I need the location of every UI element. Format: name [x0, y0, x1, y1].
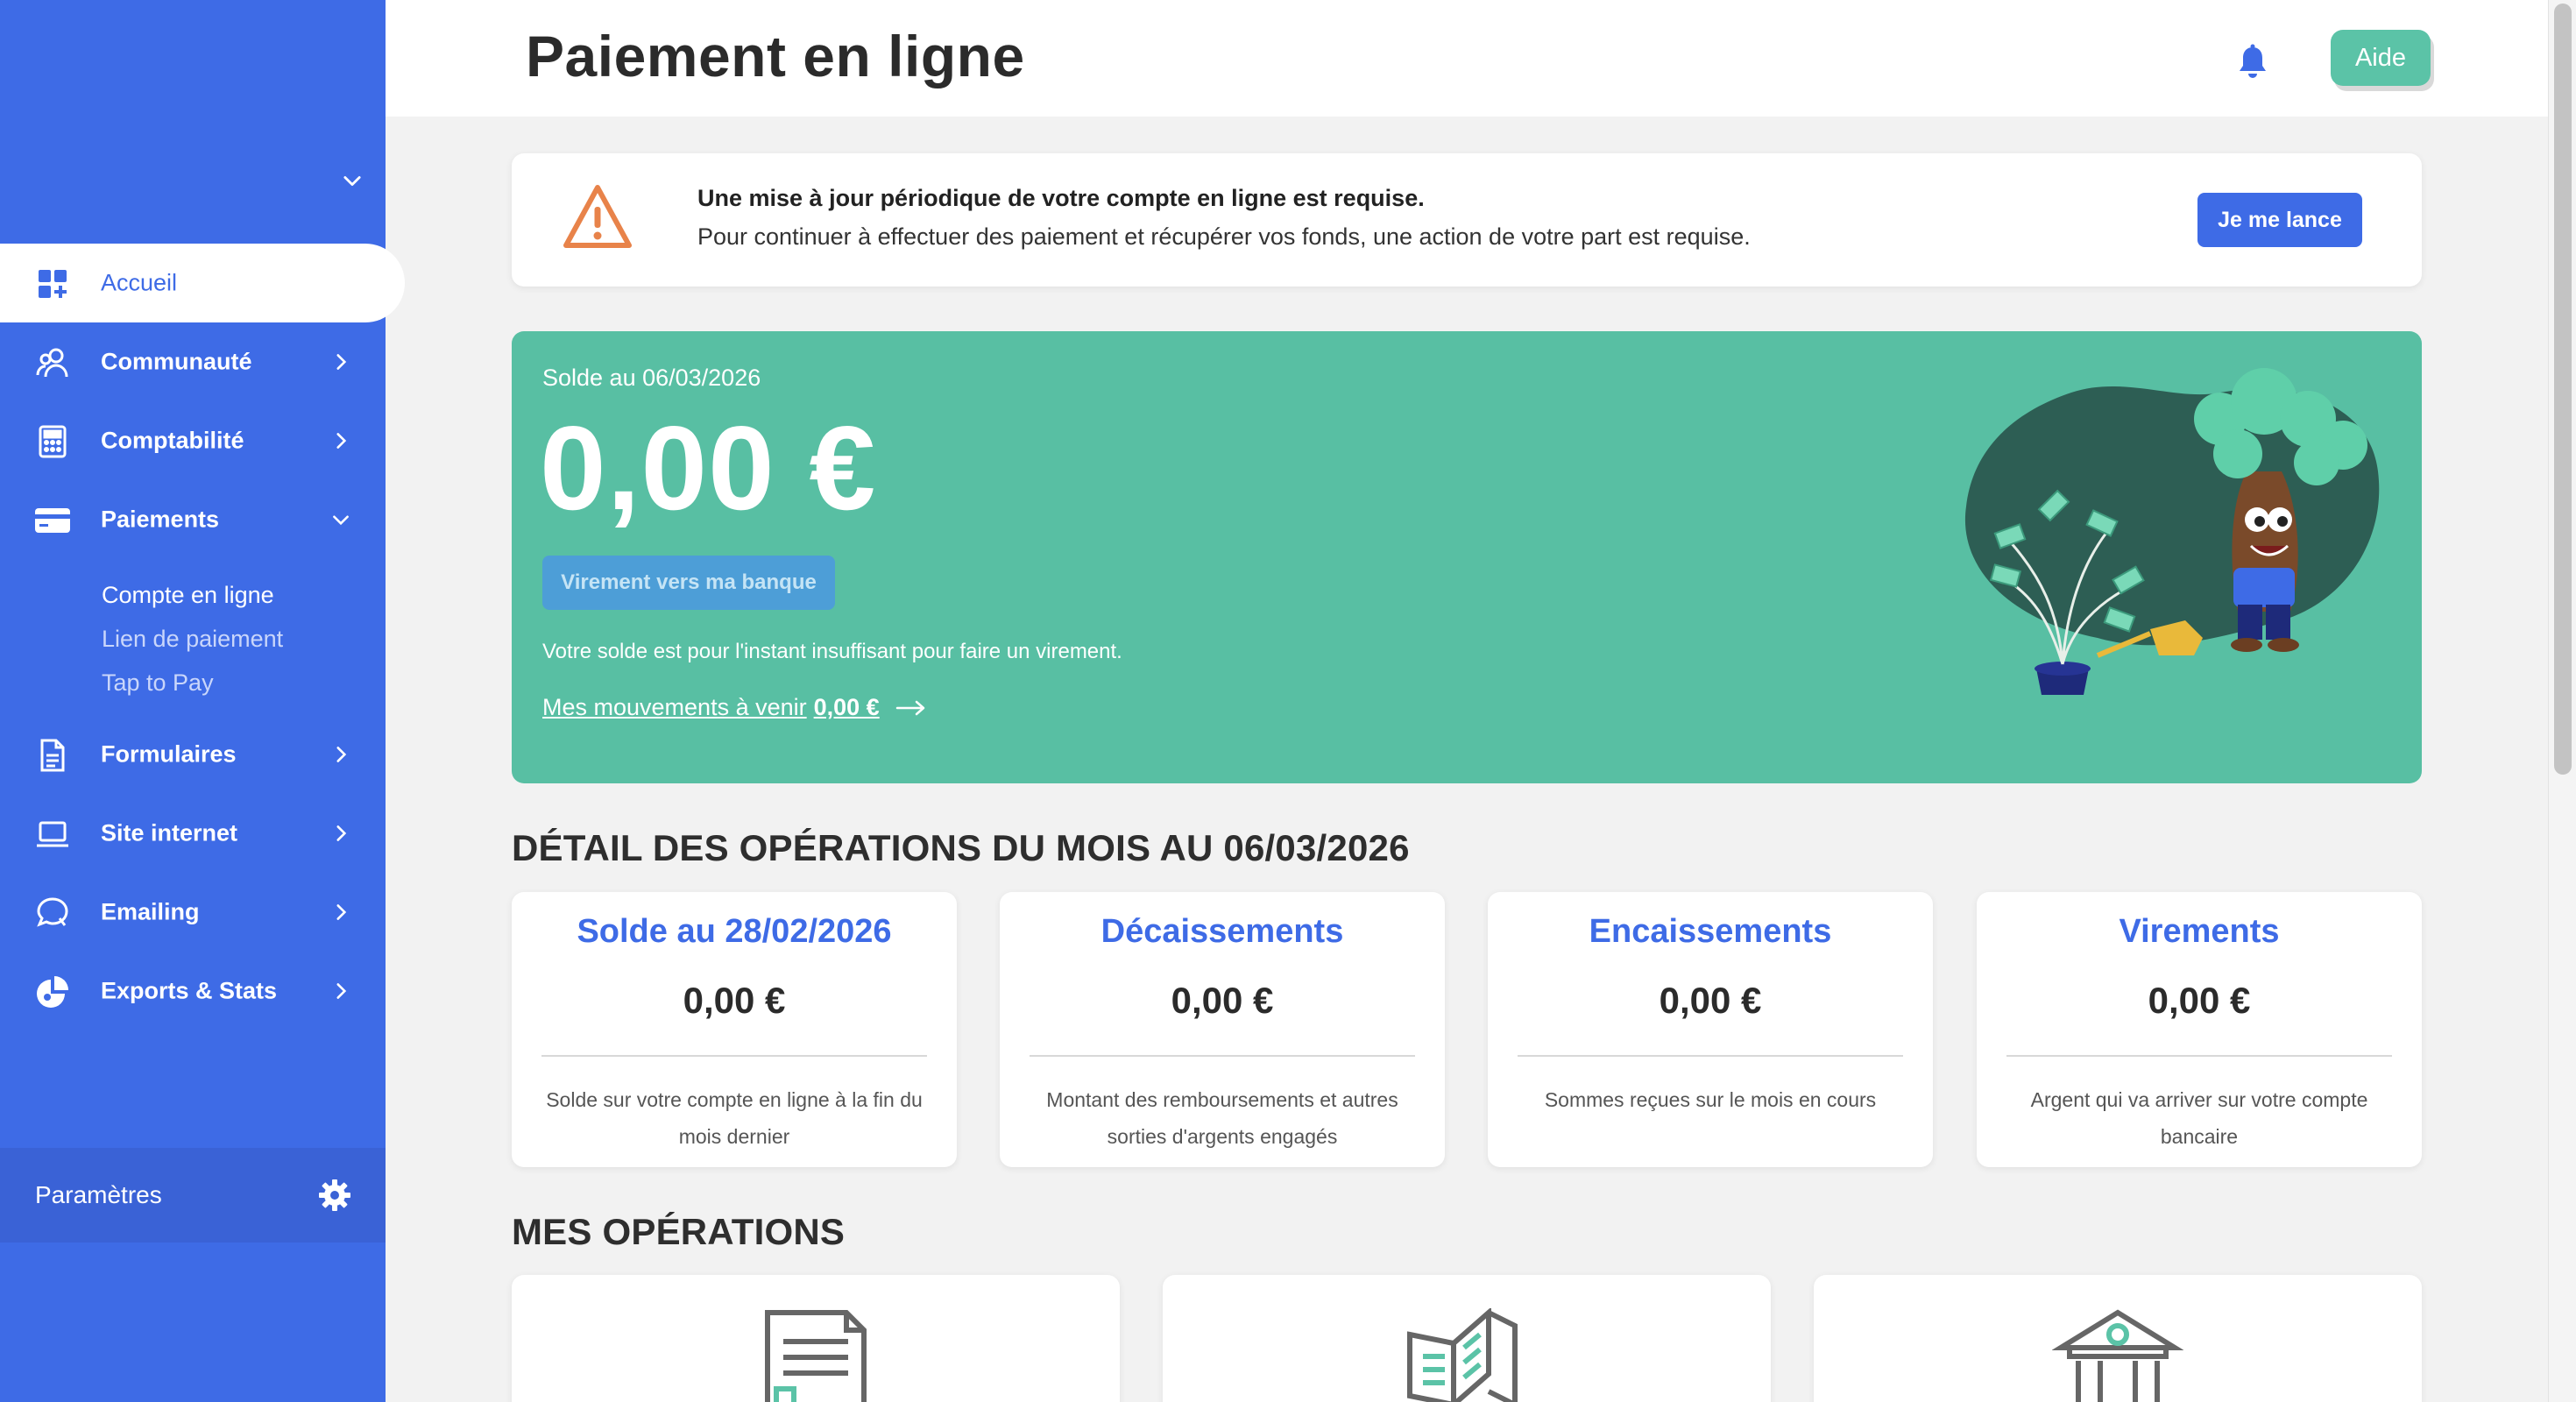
bell-icon[interactable] [2236, 44, 2269, 81]
alert-title: Une mise à jour périodique de votre comp… [697, 185, 1425, 211]
settings-link[interactable]: Paramètres [0, 1148, 386, 1243]
scrollbar-thumb[interactable] [2554, 4, 2572, 775]
operation-card-ledger[interactable] [1163, 1275, 1771, 1402]
stat-title: Encaissements [1589, 913, 1832, 950]
operation-card-invoices[interactable] [512, 1275, 1120, 1402]
payments-subnav: Compte en ligne Lien de paiement Tap to … [0, 559, 405, 715]
subnav-compte-en-ligne[interactable]: Compte en ligne [0, 573, 405, 617]
update-alert: Une mise à jour périodique de votre comp… [512, 153, 2422, 287]
chevron-right-icon [336, 433, 347, 449]
arrow-right-icon [895, 700, 924, 715]
sidebar-item-formulaires[interactable]: Formulaires [0, 715, 405, 794]
stat-card-disbursements: Décaissements 0,00 € Montant des rembour… [1000, 892, 1445, 1167]
users-icon [36, 348, 68, 378]
sidebar-item-label: Site internet [101, 819, 238, 846]
upcoming-movements-link[interactable]: Mes mouvements à venir 0,00 € [542, 694, 927, 721]
stat-description: Solde sur votre compte en ligne à la fin… [546, 1088, 923, 1148]
sidebar-item-label: Comptabilité [101, 427, 244, 454]
scrollbar[interactable] [2548, 0, 2576, 1402]
credit-card-icon [35, 508, 70, 533]
stat-description: Montant des remboursements et autres sor… [1046, 1088, 1398, 1148]
laptop-icon [37, 821, 68, 847]
sidebar-item-label: Emailing [101, 898, 200, 925]
chevron-right-icon [336, 354, 347, 370]
document-icon [40, 739, 65, 772]
stat-title: Solde au 28/02/2026 [577, 913, 892, 950]
invoice-icon [765, 1310, 867, 1402]
bank-icon [2052, 1309, 2183, 1402]
stat-value: 0,00 € [1171, 980, 1274, 1021]
sidebar-item-exports-stats[interactable]: Exports & Stats [0, 952, 405, 1030]
balance-date: Solde au 06/03/2026 [542, 365, 761, 391]
sidebar-item-label: Communauté [101, 348, 252, 375]
stat-value: 0,00 € [2148, 980, 2251, 1021]
page-title: Paiement en ligne [526, 24, 1025, 89]
operation-card-bank[interactable] [1814, 1275, 2422, 1402]
top-header: Paiement en ligne Aide [386, 0, 2548, 117]
sidebar-item-label: Exports & Stats [101, 977, 278, 1004]
calculator-icon [39, 425, 67, 458]
stat-card-receipts: Encaissements 0,00 € Sommes reçues sur l… [1488, 892, 1933, 1167]
stat-card-previous-balance: Solde au 28/02/2026 0,00 € Solde sur vot… [512, 892, 957, 1167]
stat-value: 0,00 € [1659, 980, 1762, 1021]
sidebar-item-communaute[interactable]: Communauté [0, 322, 405, 401]
stat-title: Décaissements [1100, 913, 1344, 950]
upcoming-label: Mes mouvements à venir [542, 694, 807, 720]
chevron-right-icon [336, 747, 347, 762]
sidebar-nav: Accueil Communauté Comptabilité Paiement… [0, 244, 405, 1030]
balance-note: Votre solde est pour l'instant insuffisa… [542, 640, 1122, 663]
alert-text: Pour continuer à effectuer des paiement … [697, 223, 1751, 250]
settings-label: Paramètres [35, 1181, 162, 1208]
bank-transfer-button[interactable]: Virement vers ma banque [542, 556, 835, 610]
divider [1030, 1055, 1415, 1057]
sidebar-item-comptabilite[interactable]: Comptabilité [0, 401, 405, 480]
ledger-book-icon [1407, 1308, 1518, 1402]
pie-chart-icon [37, 976, 68, 1008]
help-button[interactable]: Aide [2331, 30, 2431, 86]
chat-icon [37, 897, 68, 927]
divider [541, 1055, 927, 1057]
subnav-lien-de-paiement[interactable]: Lien de paiement [0, 617, 405, 661]
stat-description: Sommes reçues sur le mois en cours [1544, 1088, 1877, 1111]
stat-card-transfers: Virements 0,00 € Argent qui va arriver s… [1977, 892, 2422, 1167]
sidebar-item-label: Formulaires [101, 740, 237, 768]
money-tree-mascot-illustration [1964, 368, 2380, 695]
sidebar-item-emailing[interactable]: Emailing [0, 873, 405, 952]
balance-card: Solde au 06/03/2026 0,00 € Virement vers… [512, 331, 2422, 783]
chevron-right-icon [336, 983, 347, 999]
divider [2006, 1055, 2392, 1057]
sidebar-item-paiements[interactable]: Paiements [0, 480, 405, 559]
operations-section-title: MES OPÉRATIONS [512, 1211, 846, 1252]
warning-icon [563, 185, 632, 248]
chevron-right-icon [336, 825, 347, 841]
sidebar-item-label: Paiements [101, 506, 220, 533]
balance-amount: 0,00 € [540, 401, 877, 535]
sidebar-item-accueil[interactable]: Accueil [0, 244, 405, 322]
gear-icon[interactable] [317, 1178, 352, 1213]
start-update-button[interactable]: Je me lance [2197, 193, 2362, 247]
chevron-down-icon [333, 515, 349, 526]
divider [1518, 1055, 1903, 1057]
chevron-down-icon[interactable] [340, 168, 364, 193]
dashboard-icon [39, 270, 67, 298]
stat-title: Virements [2119, 913, 2280, 950]
sidebar-item-site-internet[interactable]: Site internet [0, 794, 405, 873]
stat-description: Argent qui va arriver sur votre compte b… [2030, 1088, 2368, 1148]
stat-value: 0,00 € [683, 980, 786, 1021]
sidebar: Accueil Communauté Comptabilité Paiement… [0, 0, 405, 1402]
upcoming-amount: 0,00 € [813, 694, 880, 720]
subnav-tap-to-pay[interactable]: Tap to Pay [0, 661, 405, 705]
sidebar-item-label: Accueil [101, 269, 178, 296]
details-section-title: DÉTAIL DES OPÉRATIONS DU MOIS AU 06/03/2… [512, 827, 1410, 868]
chevron-right-icon [336, 904, 347, 920]
